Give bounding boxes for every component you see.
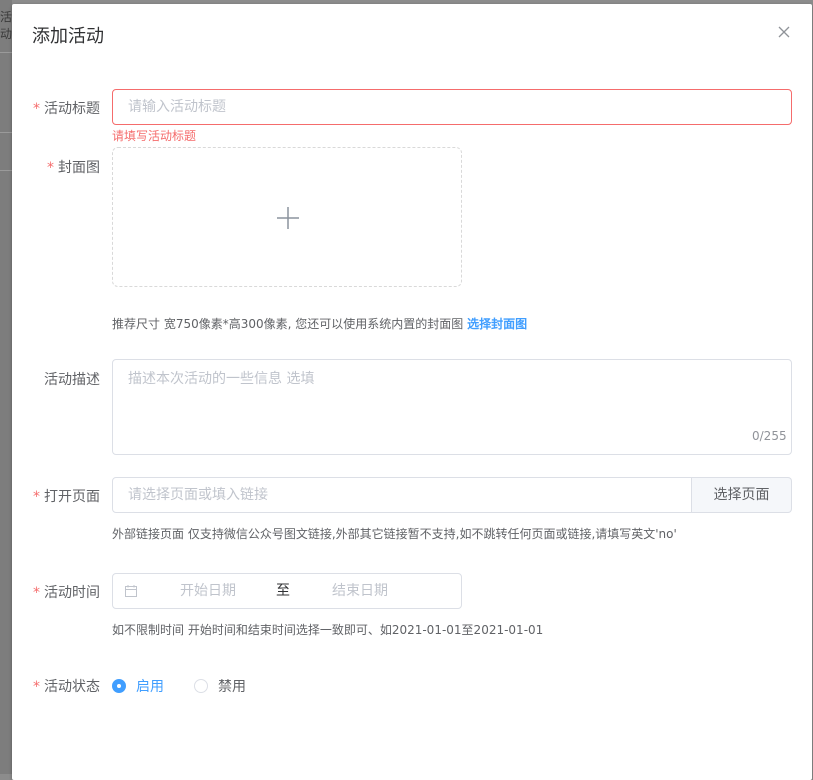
close-icon[interactable]: [776, 24, 792, 40]
date-separator: 至: [276, 583, 290, 599]
cover-label: * 封面图: [47, 160, 100, 176]
add-activity-dialog: 添加活动 *活动标题 请填写活动标题 *封面图 推荐尺寸 宽750像素*高300…: [12, 4, 812, 780]
title-input[interactable]: [112, 89, 792, 125]
plus-icon: [277, 207, 299, 229]
choose-cover-link[interactable]: 选择封面图: [467, 317, 527, 331]
title-error: 请填写活动标题: [112, 129, 197, 143]
description-label: 活动描述: [44, 372, 100, 388]
page-hint: 外部链接页面 仅支持微信公众号图文链接,外部其它链接暂不支持,如不跳转任何页面或…: [112, 527, 677, 541]
status-radio-enabled[interactable]: 启用: [112, 676, 164, 696]
start-date-input[interactable]: 开始日期: [148, 574, 268, 608]
description-textarea[interactable]: [112, 359, 792, 455]
date-range-picker[interactable]: 开始日期 至 结束日期: [112, 573, 462, 609]
radio-unchecked-icon: [194, 679, 208, 693]
backdrop-divider: [0, 52, 12, 53]
backdrop-divider: [0, 170, 12, 171]
backdrop-text: 活动: [0, 10, 13, 41]
end-date-input[interactable]: 结束日期: [300, 574, 420, 608]
radio-checked-icon: [112, 679, 126, 693]
cover-hint: 推荐尺寸 宽750像素*高300像素, 您还可以使用系统内置的封面图 选择封面图: [112, 317, 528, 331]
status-radio-disabled[interactable]: 禁用: [194, 676, 246, 696]
page-label: * 打开页面: [33, 489, 100, 505]
time-hint: 如不限制时间 开始时间和结束时间选择一致即可、如2021-01-01至2021-…: [112, 623, 544, 637]
backdrop-page: 活动: [0, 0, 12, 774]
dialog-title: 添加活动: [32, 26, 104, 47]
page-input[interactable]: [112, 477, 692, 513]
time-label: * 活动时间: [33, 585, 100, 601]
cover-uploader[interactable]: [112, 147, 462, 287]
calendar-icon: [125, 585, 137, 597]
title-label: * 活动标题: [33, 101, 100, 117]
description-counter: 0/255: [752, 429, 787, 443]
status-label: * 活动状态: [33, 679, 100, 695]
backdrop-divider: [0, 132, 12, 133]
choose-page-button[interactable]: 选择页面: [692, 477, 792, 513]
